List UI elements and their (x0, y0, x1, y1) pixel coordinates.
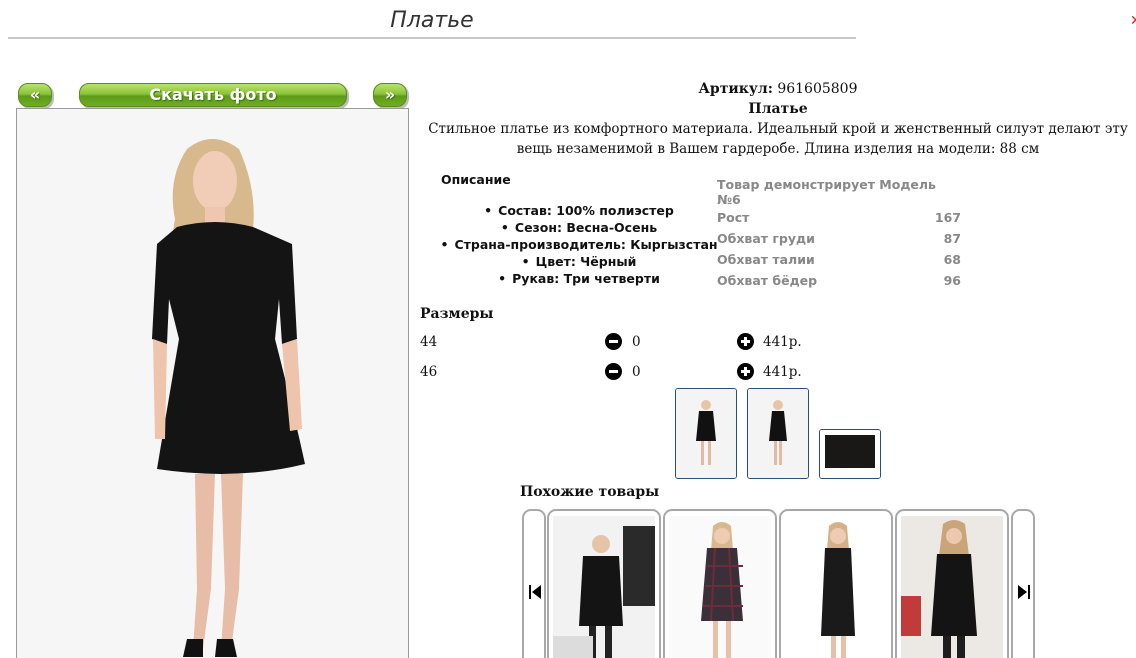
prev-photo-button[interactable]: « (18, 83, 52, 107)
next-photo-button[interactable]: » (373, 83, 407, 107)
size-row: 44 0 441р. (420, 332, 880, 352)
property-item: Состав: 100% полиэстер (438, 202, 720, 219)
measurement-row: Рост 167 (717, 207, 963, 228)
property-item: Рукав: Три четверти (438, 270, 720, 287)
property-item: Цвет: Чёрный (438, 253, 720, 270)
measurement-label: Обхват талии (717, 252, 815, 267)
thumbnail-image (748, 389, 808, 478)
measurement-value: 96 (943, 273, 961, 288)
similar-item-image (669, 516, 771, 658)
similar-item-image (785, 516, 887, 658)
similar-item[interactable] (895, 509, 1009, 658)
size-row: 46 0 441р. (420, 362, 880, 382)
property-item: Страна-производитель: Кыргызстан (438, 236, 720, 253)
similar-item[interactable] (547, 509, 661, 658)
thumbnail-image (676, 389, 736, 478)
measurement-label: Обхват бёдер (717, 273, 818, 288)
similar-item-image (901, 516, 1003, 658)
article-line: Артикул: 961605809 (418, 79, 1136, 99)
plus-circle-icon[interactable] (737, 333, 754, 350)
product-name: Платье (748, 101, 808, 117)
plus-circle-icon[interactable] (737, 363, 754, 380)
download-photo-button[interactable]: Скачать фото (79, 83, 347, 107)
properties-list: Состав: 100% полиэстер Сезон: Весна-Осен… (438, 202, 720, 287)
photo-thumbnail[interactable] (675, 388, 737, 479)
page-title: Платье (8, 8, 856, 39)
model-heading: Товар демонстрирует Модель №6 (717, 177, 936, 207)
skip-back-icon (529, 585, 541, 599)
description-title: Описание (441, 172, 511, 187)
corner-mark: ✕ (1130, 14, 1136, 28)
similar-item[interactable] (663, 509, 777, 658)
sizes-title: Размеры (420, 306, 494, 322)
measurement-row: Обхват груди 87 (717, 228, 963, 249)
fabric-thumbnail[interactable] (819, 429, 881, 479)
measurement-value: 87 (943, 231, 961, 246)
measurement-value: 68 (943, 252, 961, 267)
similar-title: Похожие товары (520, 484, 660, 500)
measurement-label: Рост (717, 210, 750, 225)
article-label: Артикул: (698, 81, 773, 97)
similar-item[interactable] (779, 509, 893, 658)
main-product-photo (16, 108, 409, 658)
model-measurements-table: Товар демонстрирует Модель №6 Рост 167 Об… (717, 177, 963, 291)
measurement-label: Обхват груди (717, 231, 815, 246)
price-value: 441р. (763, 364, 802, 380)
skip-forward-icon (1018, 585, 1030, 599)
carousel-prev-button[interactable] (522, 509, 546, 658)
article-value: 961605809 (777, 81, 858, 97)
measurement-row: Обхват талии 68 (717, 249, 963, 270)
property-item: Сезон: Весна-Осень (438, 219, 720, 236)
photo-thumbnail[interactable] (747, 388, 809, 479)
measurement-row: Обхват бёдер 96 (717, 270, 963, 291)
fabric-swatch-image (820, 430, 880, 478)
similar-item-image (553, 516, 655, 658)
measurement-value: 167 (934, 210, 961, 225)
minus-circle-icon[interactable] (605, 363, 622, 380)
minus-circle-icon[interactable] (605, 333, 622, 350)
quantity-value: 0 (632, 334, 641, 350)
size-value: 46 (420, 364, 438, 380)
model-in-dress-image (17, 109, 408, 658)
carousel-next-button[interactable] (1011, 509, 1035, 658)
product-description: Стильное платье из комфортного материала… (428, 121, 1128, 157)
quantity-value: 0 (632, 364, 641, 380)
price-value: 441р. (763, 334, 802, 350)
size-value: 44 (420, 334, 438, 350)
product-info: Артикул: 961605809 Платье Стильное плать… (418, 79, 1136, 159)
